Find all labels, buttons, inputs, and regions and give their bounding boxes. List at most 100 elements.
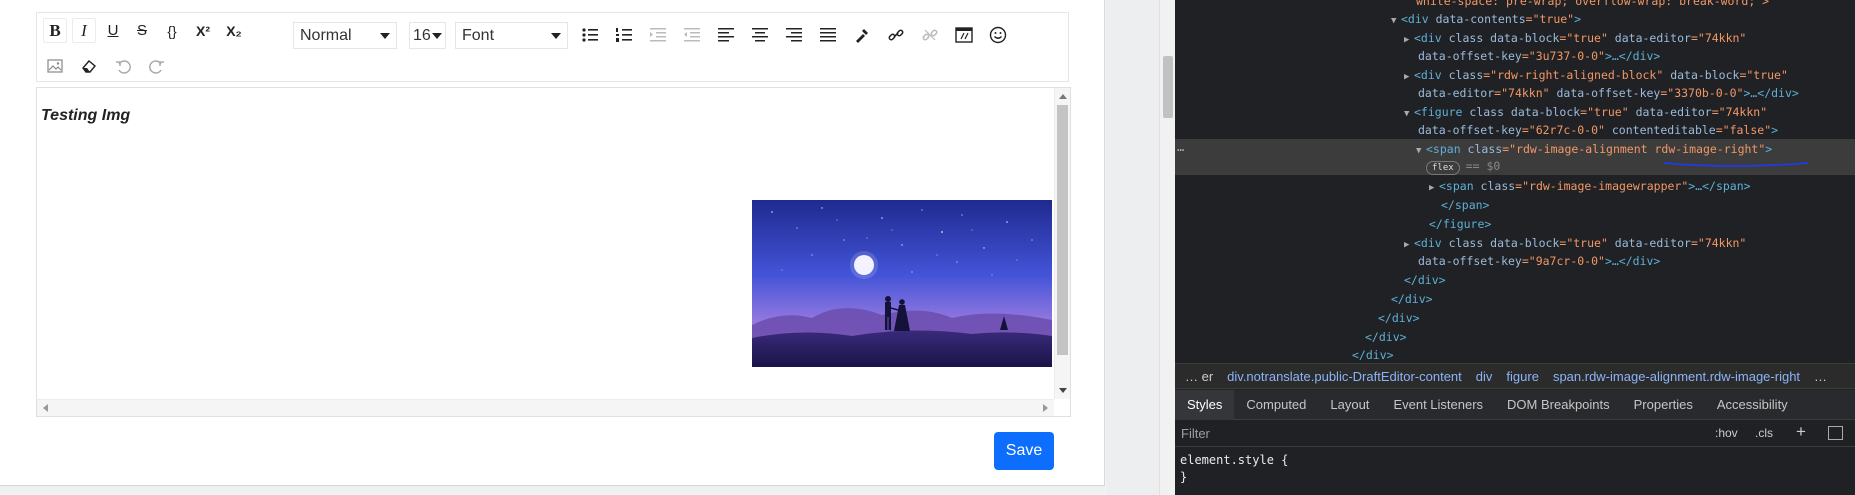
dom-line[interactable]: ▶ <div class data-block="true" data-edito… (1404, 29, 1746, 49)
link-button[interactable] (884, 22, 908, 47)
align-justify-icon (820, 27, 836, 41)
dom-line[interactable]: ▼ <figure class data-block="true" data-ed… (1404, 103, 1767, 123)
dom-line[interactable]: ▶ <div class="rdw-right-aligned-block" da… (1404, 66, 1788, 86)
dom-line: data-offset-key="9a7cr-0-0">…</div> (1418, 254, 1661, 268)
breadcrumb-item[interactable]: figure (1506, 369, 1539, 384)
unlink-button[interactable] (918, 22, 942, 47)
align-justify-button[interactable] (816, 22, 840, 47)
tab-properties[interactable]: Properties (1622, 390, 1705, 420)
block-type-dropdown[interactable]: Normal (293, 22, 397, 49)
flex-badge[interactable]: flex (1426, 161, 1460, 175)
breadcrumb-more[interactable]: … (1814, 369, 1827, 384)
node-actions-dots[interactable]: … (1177, 140, 1184, 154)
breadcrumb-item[interactable]: div.notranslate.public-DraftEditor-conte… (1227, 369, 1462, 384)
strikethrough-icon: S (136, 22, 147, 39)
tab-computed[interactable]: Computed (1234, 390, 1318, 420)
dom-line: flex == $0 (1426, 157, 1500, 175)
dom-line[interactable]: ▶ <div class data-block="true" data-edito… (1404, 234, 1746, 254)
redo-button[interactable] (145, 53, 169, 78)
eraser-button[interactable] (77, 53, 101, 78)
dom-line: </div> (1391, 292, 1433, 306)
editor-scroll-thumb[interactable] (1057, 105, 1068, 355)
cls-toggle[interactable]: .cls (1755, 426, 1773, 440)
editor-horizontal-scrollbar[interactable] (37, 399, 1054, 416)
image-button[interactable] (43, 53, 67, 78)
font-family-dropdown[interactable]: Font (455, 22, 568, 49)
panel-footer-strip (0, 485, 1105, 495)
code-icon: {} (167, 22, 177, 39)
style-rule-close: } (1180, 470, 1188, 484)
outdent-icon (684, 27, 700, 41)
save-button[interactable]: Save (994, 432, 1054, 470)
italic-icon: I (81, 20, 87, 40)
bold-button[interactable]: B (43, 18, 67, 43)
ordered-list-icon (616, 27, 632, 42)
dom-breadcrumb: … er div.notranslate.public-DraftEditor-… (1175, 363, 1855, 389)
dom-line: data-editor="74kkn" data-offset-key="337… (1418, 86, 1799, 100)
subscript-icon: X₂ (226, 22, 242, 39)
devtools-sidebar-tabs: Styles Computed Layout Event Listeners D… (1175, 389, 1855, 420)
dom-line: data-offset-key="3u737-0-0">…</div> (1418, 49, 1661, 63)
scroll-down-arrow-icon[interactable] (1059, 388, 1067, 393)
page-scrollbar[interactable] (1159, 0, 1175, 495)
subscript-button[interactable]: X₂ (221, 18, 247, 43)
outdent-button[interactable] (680, 22, 704, 47)
devtools-panel: … white-space: pre-wrap; overflow-wrap: … (1175, 0, 1855, 495)
dom-line: </div> (1365, 330, 1407, 344)
font-size-dropdown[interactable]: 16 (409, 22, 446, 49)
embed-icon (955, 26, 973, 43)
styles-filter-input[interactable] (1181, 423, 1711, 444)
color-picker-icon (856, 28, 868, 43)
editor-content-area[interactable]: Testing Img (36, 87, 1071, 417)
breadcrumb-item[interactable]: div (1476, 369, 1493, 384)
hov-toggle[interactable]: :hov (1715, 426, 1738, 440)
dom-line: </div> (1378, 311, 1420, 325)
emoji-button[interactable] (986, 22, 1010, 47)
ordered-list-button[interactable] (612, 22, 636, 47)
code-button[interactable]: {} (160, 18, 184, 43)
indent-button[interactable] (646, 22, 670, 47)
tab-event-listeners[interactable]: Event Listeners (1381, 390, 1495, 420)
indent-icon (650, 27, 666, 41)
scroll-right-arrow-icon[interactable] (1043, 404, 1048, 412)
scroll-left-arrow-icon[interactable] (43, 404, 48, 412)
unlink-icon (922, 29, 938, 40)
tab-layout[interactable]: Layout (1318, 390, 1381, 420)
embed-button[interactable] (952, 22, 976, 47)
editor-vertical-scrollbar[interactable] (1054, 88, 1070, 399)
night-sky-couple-image[interactable] (752, 200, 1052, 367)
tab-accessibility[interactable]: Accessibility (1705, 390, 1800, 420)
underline-icon: U (107, 22, 119, 39)
superscript-button[interactable]: X² (190, 18, 216, 43)
color-picker-button[interactable] (850, 22, 874, 47)
align-left-icon (718, 27, 734, 41)
chevron-down-icon (432, 32, 442, 39)
editor-toolbar: B I U S {} X² X₂ Normal 16 Font (36, 12, 1069, 82)
dom-line[interactable]: ▼ <div data-contents="true"> (1391, 10, 1581, 30)
underline-button[interactable]: U (101, 18, 125, 43)
redo-icon (149, 59, 164, 74)
toggle-sidebar-icon[interactable] (1828, 426, 1843, 440)
unordered-list-button[interactable] (578, 22, 602, 47)
style-rule-selector[interactable]: element.style { (1180, 453, 1288, 467)
strikethrough-button[interactable]: S (130, 18, 154, 43)
page-scroll-thumb[interactable] (1163, 56, 1173, 118)
editor-text-line: Testing Img (41, 107, 131, 124)
new-style-rule-button[interactable]: + (1796, 422, 1806, 442)
undo-button[interactable] (111, 53, 135, 78)
emoji-icon (989, 26, 1007, 43)
tab-styles[interactable]: Styles (1175, 389, 1235, 420)
breadcrumb-item[interactable]: … er (1185, 369, 1213, 384)
tab-dom-breakpoints[interactable]: DOM Breakpoints (1495, 390, 1622, 420)
scroll-up-arrow-icon[interactable] (1059, 94, 1067, 99)
font-family-value: Font (462, 26, 495, 44)
styles-filter-bar: :hov .cls + (1175, 421, 1855, 447)
align-right-icon (786, 27, 802, 41)
align-center-button[interactable] (748, 22, 772, 47)
align-left-button[interactable] (714, 22, 738, 47)
align-right-button[interactable] (782, 22, 806, 47)
breadcrumb-item[interactable]: span.rdw-image-alignment.rdw-image-right (1553, 369, 1800, 384)
elements-dom-tree: … white-space: pre-wrap; overflow-wrap: … (1175, 0, 1855, 360)
dom-line[interactable]: ▶ <span class="rdw-image-imagewrapper">…<… (1429, 177, 1751, 197)
italic-button[interactable]: I (72, 18, 96, 43)
